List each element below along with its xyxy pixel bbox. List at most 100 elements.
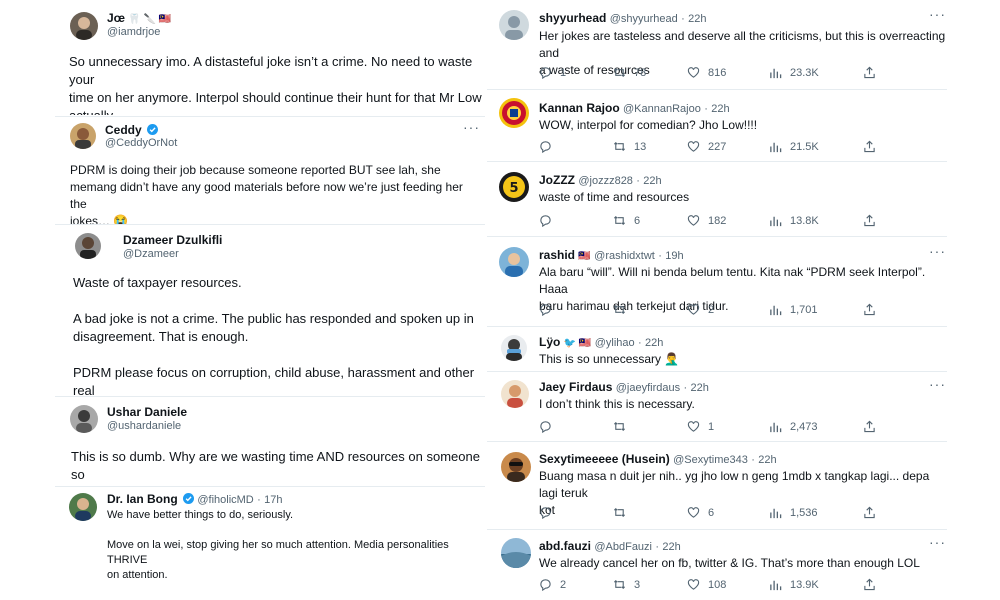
display-name[interactable]: Jaey Firdaus @jaeyfirdaus · 22h — [539, 380, 709, 394]
user-handle[interactable]: @Sexytime343 — [673, 454, 748, 466]
views-button[interactable]: 1,701 — [769, 303, 818, 316]
reply-button[interactable]: 1 — [539, 66, 566, 79]
views-button[interactable]: 13.8K — [769, 214, 819, 227]
user-handle[interactable]: @jaeyfirdaus — [616, 382, 680, 394]
tweet-timestamp[interactable]: 22h — [758, 454, 776, 466]
retweet-button[interactable] — [613, 303, 634, 316]
tweet-timestamp[interactable]: 22h — [662, 541, 680, 553]
display-name[interactable]: Dzameer Dzulkifli — [123, 233, 222, 247]
user-handle[interactable]: @KannanRajoo — [623, 103, 701, 115]
reply-button[interactable] — [539, 303, 560, 316]
display-name[interactable]: Ushar Daniele — [107, 405, 187, 419]
display-name[interactable]: abd.fauzi @AbdFauzi · 22h — [539, 539, 681, 553]
user-handle[interactable]: @jozzz828 — [578, 175, 633, 187]
avatar[interactable] — [70, 12, 98, 40]
retweet-button[interactable]: 6 — [613, 214, 640, 227]
tweet-card-rashid[interactable]: rashid 🇲🇾 @rashidxtwt · 19h ··· Ala baru… — [487, 237, 947, 325]
more-options-icon[interactable]: ··· — [929, 6, 946, 22]
display-name[interactable]: Sexytimeeeee (Husein) @Sexytime343 · 22h — [539, 452, 777, 466]
tweet-card-ceddy[interactable]: Ceddy @CeddyOrNot ··· PDRM is doing thei… — [55, 117, 485, 224]
retweet-button[interactable] — [613, 420, 634, 433]
like-button[interactable]: 6 — [687, 506, 714, 519]
more-options-icon[interactable]: ··· — [463, 119, 480, 135]
tweet-card-ianbong[interactable]: Dr. Ian Bong @fiholicMD · 17h We have be… — [55, 487, 485, 600]
avatar[interactable] — [501, 380, 529, 408]
display-name[interactable]: rashid 🇲🇾 @rashidxtwt · 19h — [539, 248, 684, 262]
more-options-icon[interactable]: ··· — [929, 243, 946, 259]
avatar[interactable] — [501, 452, 531, 482]
share-button[interactable] — [863, 140, 884, 153]
tweet-card-kannan[interactable]: Kannan Rajoo @KannanRajoo · 22h WOW, int… — [487, 90, 947, 160]
retweet-button[interactable]: 78 — [613, 66, 646, 79]
user-handle[interactable]: @fiholicMD — [197, 494, 253, 506]
avatar[interactable] — [501, 538, 531, 568]
like-button[interactable]: 1 — [687, 420, 714, 433]
tweet-card-sexytime[interactable]: Sexytimeeeee (Husein) @Sexytime343 · 22h… — [487, 442, 947, 528]
display-name[interactable]: Lÿo 🐦 🇲🇾 @ylihao · 22h — [539, 335, 663, 349]
like-button[interactable]: 816 — [687, 66, 726, 79]
tweet-timestamp[interactable]: 17h — [264, 494, 282, 506]
views-button[interactable]: 21.5K — [769, 140, 819, 153]
avatar[interactable] — [499, 98, 529, 128]
share-button[interactable] — [863, 66, 884, 79]
share-button[interactable] — [863, 506, 884, 519]
views-button[interactable]: 2,473 — [769, 420, 818, 433]
like-button[interactable]: 227 — [687, 140, 726, 153]
reply-button[interactable]: 2 — [539, 578, 566, 591]
tweet-timestamp[interactable]: 22h — [690, 382, 708, 394]
display-name[interactable]: Ceddy — [105, 123, 159, 137]
views-button[interactable]: 13.9K — [769, 578, 819, 591]
tweet-card-joe[interactable]: Jœ 🦷 🔪 🇲🇾 @iamdrjoe So unnecessary imo. … — [55, 0, 485, 115]
tweet-card-dzameer[interactable]: Dzameer Dzulkifli @Dzameer Waste of taxp… — [55, 225, 485, 395]
user-handle[interactable]: @iamdrjoe — [107, 26, 160, 38]
user-handle[interactable]: @CeddyOrNot — [105, 137, 177, 149]
like-button[interactable]: 108 — [687, 578, 726, 591]
display-name[interactable]: JoZZZ @jozzz828 · 22h — [539, 173, 662, 187]
retweet-button[interactable]: 13 — [613, 140, 646, 153]
like-button[interactable]: 182 — [687, 214, 726, 227]
user-handle[interactable]: @Dzameer — [123, 248, 179, 260]
retweet-button[interactable]: 3 — [613, 578, 640, 591]
user-handle[interactable]: @ylihao — [595, 337, 635, 349]
reply-button[interactable] — [539, 506, 560, 519]
tweet-card-lyo[interactable]: Lÿo 🐦 🇲🇾 @ylihao · 22h This is so unnece… — [487, 327, 947, 370]
tweet-timestamp[interactable]: 22h — [643, 175, 661, 187]
share-button[interactable] — [863, 578, 884, 591]
tweet-card-shyyurhead[interactable]: shyyurhead @shyyurhead · 22h ··· Her jok… — [487, 0, 947, 88]
avatar[interactable] — [70, 123, 96, 149]
display-name[interactable]: Jœ 🦷 🔪 🇲🇾 — [107, 11, 171, 25]
avatar[interactable] — [75, 233, 101, 259]
share-button[interactable] — [863, 420, 884, 433]
reply-button[interactable] — [539, 140, 560, 153]
like-button[interactable]: 2 — [687, 303, 714, 316]
user-handle[interactable]: @AbdFauzi — [594, 541, 652, 553]
avatar[interactable] — [499, 247, 529, 277]
display-name[interactable]: Kannan Rajoo @KannanRajoo · 22h — [539, 101, 730, 115]
display-name[interactable]: shyyurhead @shyyurhead · 22h — [539, 11, 706, 25]
tweet-timestamp[interactable]: 22h — [711, 103, 729, 115]
share-button[interactable] — [863, 303, 884, 316]
avatar[interactable] — [501, 335, 527, 361]
tweet-card-abdfauzi[interactable]: abd.fauzi @AbdFauzi · 22h ··· We already… — [487, 530, 947, 600]
share-button[interactable] — [863, 214, 884, 227]
tweet-card-jaey[interactable]: Jaey Firdaus @jaeyfirdaus · 22h ··· I do… — [487, 372, 947, 440]
tweet-card-jozzz[interactable]: 5 JoZZZ @jozzz828 · 22h waste of time an… — [487, 162, 947, 235]
more-options-icon[interactable]: ··· — [929, 376, 946, 392]
tweet-timestamp[interactable]: 19h — [665, 250, 683, 262]
reply-button[interactable] — [539, 420, 560, 433]
display-name[interactable]: Dr. Ian Bong @fiholicMD · 17h — [107, 492, 282, 506]
retweet-button[interactable] — [613, 506, 634, 519]
views-button[interactable]: 23.3K — [769, 66, 819, 79]
tweet-timestamp[interactable]: 22h — [645, 337, 663, 349]
avatar[interactable] — [499, 10, 529, 40]
avatar[interactable] — [69, 493, 97, 521]
user-handle[interactable]: @ushardaniele — [107, 420, 181, 432]
reply-button[interactable] — [539, 214, 560, 227]
more-options-icon[interactable]: ··· — [929, 534, 946, 550]
avatar[interactable] — [70, 405, 98, 433]
views-button[interactable]: 1,536 — [769, 506, 818, 519]
avatar[interactable]: 5 — [499, 172, 529, 202]
tweet-timestamp[interactable]: 22h — [688, 13, 706, 25]
user-handle[interactable]: @rashidxtwt — [594, 250, 655, 262]
tweet-card-ushar[interactable]: Ushar Daniele @ushardaniele This is so d… — [55, 397, 485, 487]
